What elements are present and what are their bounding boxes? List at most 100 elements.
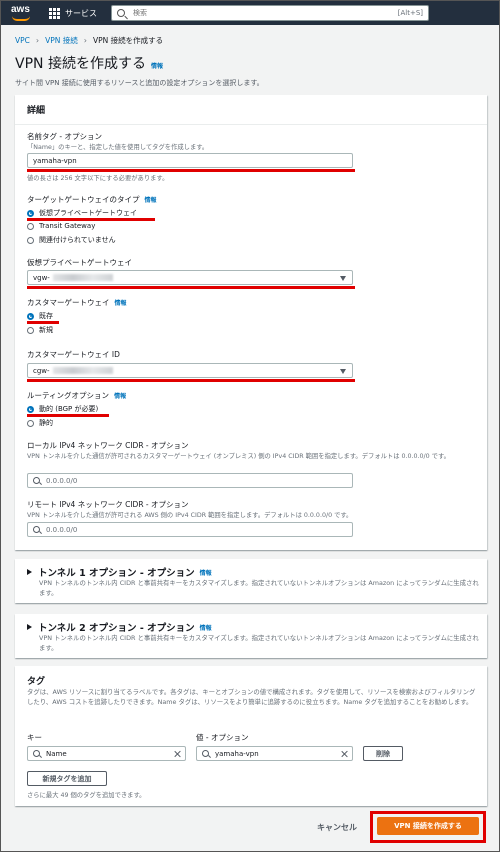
redacted-value xyxy=(52,274,113,281)
breadcrumb: VPC › VPN 接続 › VPN 接続を作成する xyxy=(15,35,163,46)
tunnel2-toggle[interactable]: トンネル 2 オプション - オプション 情報 xyxy=(27,620,212,634)
routing-label-text: ルーティングオプション xyxy=(27,391,110,400)
cancel-button[interactable]: キャンセル xyxy=(317,822,357,833)
cgw-id-select[interactable]: cgw- xyxy=(27,363,353,378)
radio-cgw-new[interactable]: 新規 xyxy=(27,325,53,335)
create-vpn-button[interactable]: VPN 接続を作成する xyxy=(377,817,479,835)
aws-smile-icon xyxy=(12,16,30,21)
page-info-link[interactable]: 情報 xyxy=(151,61,163,70)
console-window: aws サービス [Alt+S] VPC › VPN 接続 › VPN 接続を作… xyxy=(0,0,500,852)
clear-icon[interactable] xyxy=(173,750,181,758)
cgw-id-value: cgw- xyxy=(33,366,50,375)
details-panel: 詳細 名前タグ - オプション 「Name」のキーと、指定した値を使用してタグを… xyxy=(15,95,487,550)
breadcrumb-vpc[interactable]: VPC xyxy=(15,36,30,45)
breadcrumb-vpn[interactable]: VPN 接続 xyxy=(45,35,78,46)
radio-routing-static[interactable]: 静的 xyxy=(27,418,53,428)
cgw-label: カスタマーゲートウェイ 情報 xyxy=(27,297,127,308)
tag-value-input[interactable]: yamaha-vpn xyxy=(196,746,353,761)
tags-panel: タグ タグは、AWS リソースに割り当てるラベルです。各タグは、キーとオプション… xyxy=(15,666,487,806)
top-navigation: aws サービス [Alt+S] xyxy=(1,1,499,25)
tunnel1-toggle[interactable]: トンネル 1 オプション - オプション 情報 xyxy=(27,565,212,579)
radio-cgw-existing[interactable]: 既存 xyxy=(27,311,53,321)
highlight-underline xyxy=(27,218,155,221)
remote-cidr-placeholder: 0.0.0.0/0 xyxy=(46,525,78,534)
radio-icon xyxy=(27,419,34,427)
aws-logo-text: aws xyxy=(11,4,30,15)
tags-desc: タグは、AWS リソースに割り当てるラベルです。各タグは、キーとオプションの値で… xyxy=(27,688,476,706)
radio-none-label: 関連付けられていません xyxy=(39,236,116,244)
routing-info-link[interactable]: 情報 xyxy=(114,391,126,400)
local-cidr-desc: VPN トンネルを介した通信が許可されるカスタマーゲートウェイ (オンプレミス)… xyxy=(27,453,450,460)
tag-key-label: キー xyxy=(27,733,42,742)
radio-dynamic-label: 動的 (BGP が必要) xyxy=(39,405,99,413)
tag-limit-text: さらに最大 49 個のタグを追加できます。 xyxy=(27,792,146,799)
radio-vgw[interactable]: 仮想プライベートゲートウェイ xyxy=(27,208,137,218)
tag-value-value: yamaha-vpn xyxy=(215,749,259,758)
services-menu[interactable]: サービス xyxy=(49,7,97,19)
search-icon xyxy=(33,526,40,533)
remove-tag-button[interactable]: 削除 xyxy=(363,746,403,761)
tag-key-value: Name xyxy=(46,749,67,758)
aws-logo[interactable]: aws xyxy=(9,3,37,23)
radio-routing-dynamic[interactable]: 動的 (BGP が必要) xyxy=(27,404,98,414)
remote-cidr-label: リモート IPv4 ネットワーク CIDR - オプション xyxy=(27,500,189,509)
tag-key-input[interactable]: Name xyxy=(27,746,186,761)
redacted-value xyxy=(52,367,113,374)
page-title: VPN 接続を作成する xyxy=(15,56,146,72)
search-icon xyxy=(117,9,125,17)
tunnel1-info-link[interactable]: 情報 xyxy=(200,568,212,577)
radio-transit-label: Transit Gateway xyxy=(39,222,96,230)
breadcrumb-current: VPN 接続を作成する xyxy=(92,36,164,45)
radio-selected-icon xyxy=(27,312,34,320)
cgw-info-link[interactable]: 情報 xyxy=(115,298,127,307)
tunnel1-desc: VPN トンネルのトンネル内 CIDR と事前共有キーをカスタマイズします。指定… xyxy=(39,579,479,597)
clear-icon[interactable] xyxy=(340,750,348,758)
routing-label: ルーティングオプション 情報 xyxy=(27,390,126,401)
caret-right-icon xyxy=(27,569,32,575)
local-cidr-placeholder: 0.0.0.0/0 xyxy=(46,476,78,485)
local-cidr-label: ローカル IPv4 ネットワーク CIDR - オプション xyxy=(27,441,189,450)
vgw-select[interactable]: vgw- xyxy=(27,270,353,285)
radio-not-associated[interactable]: 関連付けられていません xyxy=(27,235,116,245)
radio-vgw-label: 仮想プライベートゲートウェイ xyxy=(39,209,137,217)
radio-selected-icon xyxy=(27,405,34,413)
cgw-id-label: カスタマーゲートウェイ ID xyxy=(27,350,120,359)
search-input[interactable] xyxy=(133,9,398,17)
tags-heading: タグ xyxy=(27,677,46,687)
grid-icon xyxy=(49,7,60,19)
chevron-right-icon: › xyxy=(83,36,87,45)
tunnel2-panel: トンネル 2 オプション - オプション 情報 VPN トンネルのトンネル内 C… xyxy=(15,614,487,658)
radio-icon xyxy=(27,326,34,334)
radio-static-label: 静的 xyxy=(39,419,53,427)
name-tag-label: 名前タグ - オプション xyxy=(27,132,102,141)
search-icon xyxy=(33,750,40,757)
vgw-value: vgw- xyxy=(33,273,50,282)
radio-transit-gateway[interactable]: Transit Gateway xyxy=(27,222,95,230)
name-tag-value: yamaha-vpn xyxy=(33,156,77,165)
highlight-underline xyxy=(27,414,109,417)
highlight-underline xyxy=(27,321,59,324)
details-heading: 詳細 xyxy=(15,95,487,125)
global-search[interactable]: [Alt+S] xyxy=(111,5,429,21)
page-title-row: VPN 接続を作成する 情報 xyxy=(15,53,163,73)
tunnel1-panel: トンネル 1 オプション - オプション 情報 VPN トンネルのトンネル内 C… xyxy=(15,559,487,603)
add-tag-button[interactable]: 新規タグを追加 xyxy=(27,771,107,786)
name-tag-hint: 値の長さは 256 文字以下にする必要があります。 xyxy=(27,175,169,182)
remote-cidr-input[interactable]: 0.0.0.0/0 xyxy=(27,522,353,537)
local-cidr-input[interactable]: 0.0.0.0/0 xyxy=(27,473,353,488)
highlight-underline xyxy=(27,286,355,289)
radio-new-label: 新規 xyxy=(39,326,53,334)
cgw-label-text: カスタマーゲートウェイ xyxy=(27,298,110,307)
highlight-underline xyxy=(27,169,355,172)
target-gw-info-link[interactable]: 情報 xyxy=(145,195,157,204)
name-tag-input[interactable]: yamaha-vpn xyxy=(27,153,353,168)
remote-cidr-desc: VPN トンネルを介した通信が許可される AWS 側の IPv4 CIDR 範囲… xyxy=(27,512,353,519)
tag-value-label: 値 - オプション xyxy=(196,733,249,742)
services-label: サービス xyxy=(65,8,97,18)
target-gw-label: ターゲットゲートウェイのタイプ 情報 xyxy=(27,194,157,205)
chevron-right-icon: › xyxy=(35,36,40,45)
vgw-label: 仮想プライベートゲートウェイ xyxy=(27,258,132,267)
name-tag-desc: 「Name」のキーと、指定した値を使用してタグを作成します。 xyxy=(27,144,209,151)
search-icon xyxy=(202,750,209,757)
tunnel2-info-link[interactable]: 情報 xyxy=(200,623,212,632)
